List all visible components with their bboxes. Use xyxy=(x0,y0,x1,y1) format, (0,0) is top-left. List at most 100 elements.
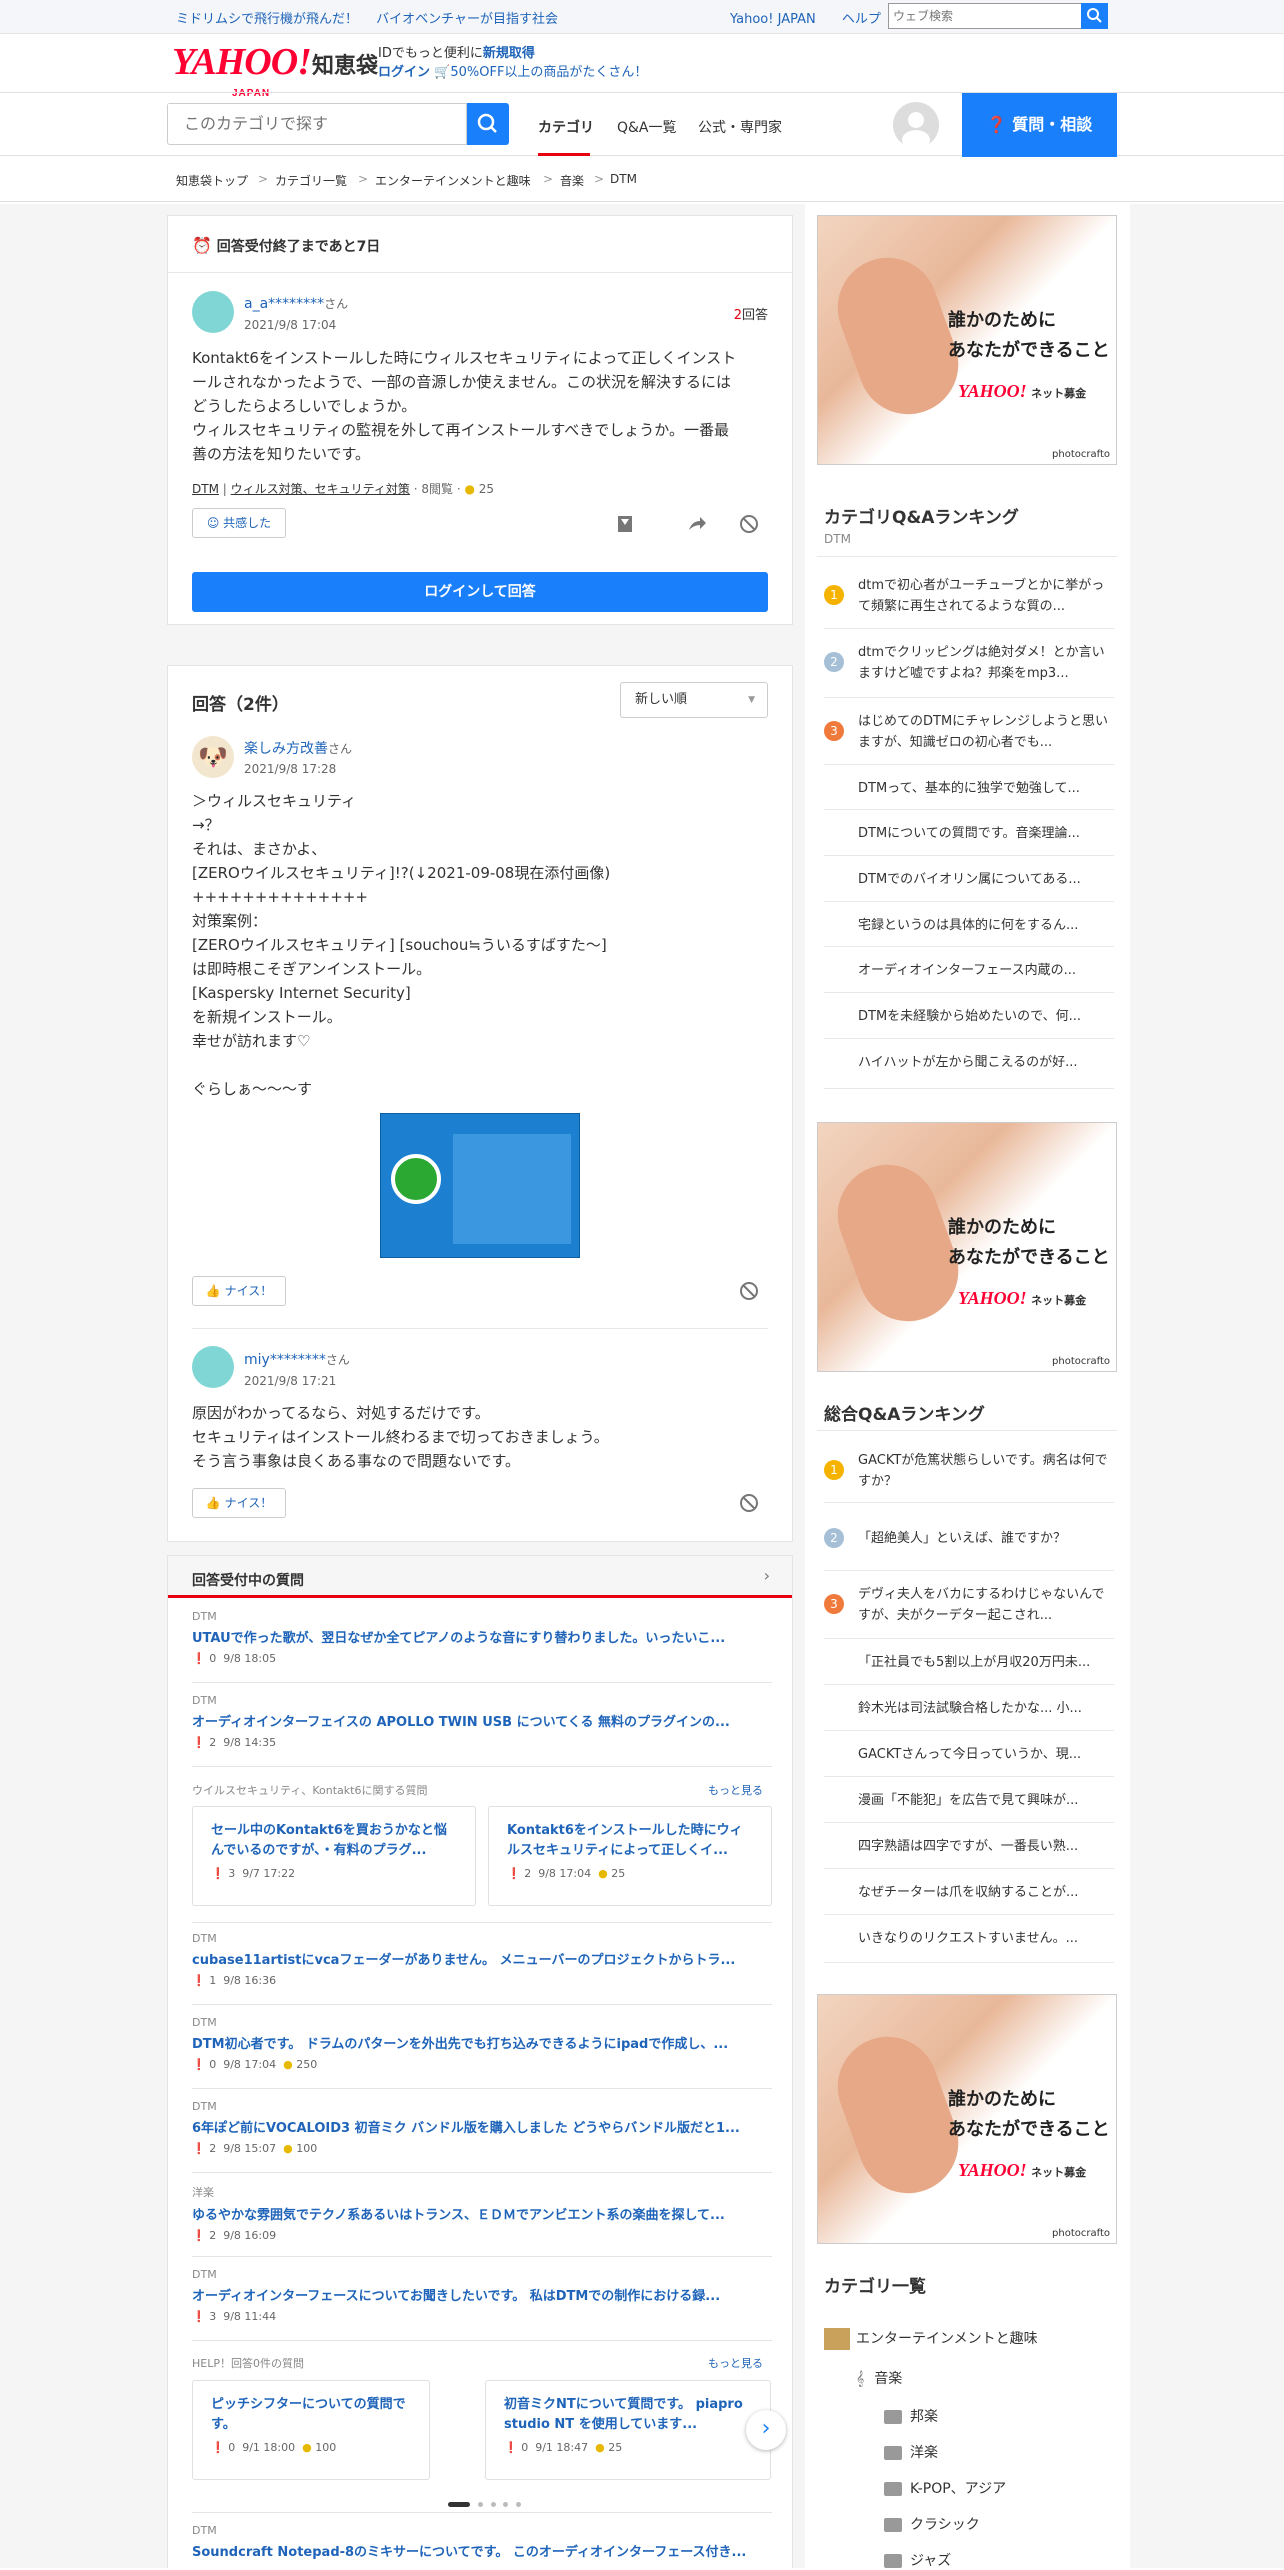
ranking-item[interactable]: 7宅録というのは具体的に何をするん... xyxy=(858,915,1116,936)
ad-banner[interactable]: 誰かのために あなたができること YAHOO! ネット募金 photocrafto xyxy=(817,1994,1117,2244)
question-link[interactable]: ピッチシフターについての質問です。 https://youtu.be/UEYUr… xyxy=(211,2395,411,2435)
category-search-input[interactable] xyxy=(168,104,438,142)
open-questions-header[interactable]: 回答受付中の質問 › xyxy=(168,1556,792,1598)
ranking-link[interactable]: いきなりのリクエストすいません。... xyxy=(858,1931,1078,1946)
yahoo-logo[interactable]: YAHOO! JAPAN xyxy=(172,42,312,99)
question-link[interactable]: オーディオインターフェースについてお聞きしたいです。 私はDTMでの制作における… xyxy=(192,2285,772,2304)
question-item[interactable]: 洋楽 ゆるやかな雰囲気でテクノ系あるいはトランス、ＥＤＭでアンビエント系の楽曲を… xyxy=(192,2184,772,2242)
nice-button[interactable]: 👍 ナイス！ xyxy=(192,1488,286,1518)
bookmark-icon[interactable] xyxy=(614,513,636,535)
question-item[interactable]: DTM DTM初心者です。 ドラムのパターンを外出先でも打ち込みできるようにip… xyxy=(192,2016,772,2071)
breadcrumb-item[interactable]: エンターテインメントと趣味 xyxy=(375,172,531,189)
question-link[interactable]: 初音ミクNTについて質問です。 piapro studio NT を使用していま… xyxy=(504,2395,752,2435)
answerer-name[interactable]: 楽しみ方改善 xyxy=(244,741,328,757)
related-question-card[interactable]: Kontakt6をインストールした時にウィルスセキュリティによって正しくイ...… xyxy=(488,1806,772,1906)
ranking-item[interactable]: 5DTMについての質問です。音楽理論... xyxy=(858,823,1116,844)
ranking-link[interactable]: 「超絶美人」といえば、誰ですか？ xyxy=(858,1531,1066,1546)
ranking-item[interactable]: 9なぜチーターは爪を収納することが... xyxy=(858,1882,1116,1903)
carousel-dot[interactable] xyxy=(477,2502,483,2507)
category-item[interactable]: 𝄞 音楽 xyxy=(856,2368,902,2388)
breadcrumb-item[interactable]: DTM xyxy=(610,172,637,186)
help-link[interactable]: ヘルプ xyxy=(842,12,881,27)
breadcrumb-item[interactable]: 音楽 xyxy=(560,172,584,189)
category-search-button[interactable] xyxy=(467,103,509,145)
ranking-link[interactable]: DTMでのバイオリン属についてある... xyxy=(858,872,1081,887)
ranking-item[interactable]: 1 dtmで初心者がユーチューブとかに挙がって頻繁に再生されてるような質の... xyxy=(824,575,1116,617)
ranking-link[interactable]: 「正社員でも5割以上が月収20万円未... xyxy=(858,1655,1090,1670)
ranking-item[interactable]: 5鈴木光は司法試験合格したかな... 小... xyxy=(858,1698,1116,1719)
ask-question-button[interactable]: ❓ 質問・相談 xyxy=(962,93,1117,157)
category-item[interactable]: K-POP、アジア xyxy=(884,2478,1006,2498)
breadcrumb-item[interactable]: 知恵袋トップ xyxy=(176,172,248,189)
sale-link[interactable]: 50%OFF以上の商品がたくさん！ xyxy=(450,65,647,80)
user-avatar[interactable] xyxy=(893,102,939,150)
ranking-link[interactable]: なぜチーターは爪を収納することが... xyxy=(858,1885,1078,1900)
ranking-link[interactable]: 鈴木光は司法試験合格したかな... 小... xyxy=(858,1701,1082,1716)
avatar[interactable] xyxy=(192,291,234,333)
carousel-dot[interactable] xyxy=(490,2502,496,2507)
question-item[interactable]: DTM UTAUで作った歌が、翌日なぜか全てピアノのような音にすり替わりました。… xyxy=(192,1610,772,1665)
empathy-button[interactable]: ☺ 共感した xyxy=(192,508,286,538)
tab-category[interactable]: カテゴリ xyxy=(538,117,594,137)
ranking-link[interactable]: dtmでクリッピングは絶対ダメ！とか言いますけど嘘ですよね？邦楽をmp3... xyxy=(858,645,1105,681)
ranking-link[interactable]: ハイハットが左から聞こえるのが好... xyxy=(858,1055,1078,1070)
block-icon[interactable] xyxy=(738,513,760,535)
tag-virus[interactable]: ウィルス対策、セキュリティ対策 xyxy=(231,482,410,496)
question-link[interactable]: 6年ぽど前にVOCALOID3 初音ミク バンドル版を購入しました どうやらバン… xyxy=(192,2117,772,2136)
carousel-dot-active[interactable] xyxy=(448,2502,470,2507)
tag-dtm[interactable]: DTM xyxy=(192,482,219,496)
ranking-item[interactable]: 7漫画「不能犯」を広告で見て興味が... xyxy=(858,1790,1116,1811)
question-item[interactable]: DTM オーディオインターフェイスの APOLLO TWIN USB についてく… xyxy=(192,1694,772,1749)
nice-button[interactable]: 👍 ナイス！ xyxy=(192,1276,286,1306)
ranking-link[interactable]: GACKTさんって今日っていうか、現... xyxy=(858,1747,1081,1762)
category-item[interactable]: エンターテインメントと趣味 xyxy=(824,2328,1038,2350)
ranking-item[interactable]: 2 「超絶美人」といえば、誰ですか？ xyxy=(824,1528,1116,1549)
question-link[interactable]: セール中のKontakt6を買おうかなと悩んでいるのですが、・有料のプラグ... xyxy=(211,1821,457,1861)
chiebukuro-title[interactable]: 知恵袋 xyxy=(312,48,378,80)
more-link[interactable]: もっと見る xyxy=(708,2355,763,2371)
carousel-dot[interactable] xyxy=(503,2502,509,2507)
tab-qa-list[interactable]: Q&A一覧 xyxy=(617,117,677,137)
carousel-next-button[interactable]: › xyxy=(746,2410,786,2450)
ranking-item[interactable]: 8オーディオインターフェース内蔵の... xyxy=(858,960,1116,981)
ranking-item[interactable]: 3 デヴィ夫人をバカにするわけじゃないんですが、夫がクーデター起こされ... xyxy=(824,1584,1116,1626)
login-answer-button[interactable]: ログインして回答 xyxy=(192,572,768,612)
questioner-name[interactable]: a_a******** xyxy=(244,296,324,312)
promo-link-2[interactable]: バイオベンチャーが目指す社会 xyxy=(376,12,558,27)
category-item[interactable]: ジャズ xyxy=(884,2550,951,2570)
web-search-button[interactable] xyxy=(1081,3,1108,29)
ranking-item[interactable]: 10ハイハットが左から聞こえるのが好... xyxy=(858,1052,1116,1073)
question-link[interactable]: Soundcraft Notepad-8のミキサーについてです。 このオーディオ… xyxy=(192,2541,772,2560)
ad-banner[interactable]: 誰かのために あなたができること YAHOO! ネット募金 photocrafto xyxy=(817,215,1117,465)
ranking-item[interactable]: 6DTMでのバイオリン属についてある... xyxy=(858,869,1116,890)
question-item[interactable]: DTM 6年ぽど前にVOCALOID3 初音ミク バンドル版を購入しました どう… xyxy=(192,2100,772,2155)
avatar[interactable] xyxy=(192,1346,234,1388)
ranking-link[interactable]: GACKTが危篤状態らしいです。病名は何ですか？ xyxy=(858,1453,1108,1489)
ranking-link[interactable]: 四字熟語は四字ですが、一番長い熟... xyxy=(858,1839,1078,1854)
ranking-item[interactable]: 3 はじめてのDTMにチャレンジしようと思いますが、知識ゼロの初心者でも... xyxy=(824,711,1116,753)
carousel-dot[interactable] xyxy=(516,2502,522,2507)
ranking-link[interactable]: デヴィ夫人をバカにするわけじゃないんですが、夫がクーデター起こされ... xyxy=(858,1587,1104,1623)
answerer-name[interactable]: miy******** xyxy=(244,1352,326,1368)
signup-link[interactable]: 新規取得 xyxy=(483,46,535,61)
attached-image[interactable] xyxy=(380,1113,580,1258)
question-item[interactable]: DTM オーディオインターフェースについてお聞きしたいです。 私はDTMでの制作… xyxy=(192,2268,772,2323)
promo-link-1[interactable]: ミドリムシで飛行機が飛んだ！ xyxy=(176,12,358,27)
help-question-card[interactable]: ピッチシフターについての質問です。 https://youtu.be/UEYUr… xyxy=(192,2380,430,2480)
ranking-link[interactable]: 宅録というのは具体的に何をするん... xyxy=(858,918,1078,933)
ranking-link[interactable]: dtmで初心者がユーチューブとかに挙がって頻繁に再生されてるような質の... xyxy=(858,578,1104,614)
ranking-item[interactable]: 9DTMを未経験から始めたいので、何... xyxy=(858,1006,1116,1027)
question-link[interactable]: cubase11artistにvcaフェーダーがありません。 メニューバーのプロ… xyxy=(192,1949,772,1968)
block-icon[interactable] xyxy=(738,1492,760,1514)
category-item[interactable]: 邦楽 xyxy=(884,2406,938,2426)
ranking-link[interactable]: DTMって、基本的に独学で勉強して... xyxy=(858,781,1080,796)
ranking-item[interactable]: 8四字熟語は四字ですが、一番長い熟... xyxy=(858,1836,1116,1857)
question-item[interactable]: DTM Soundcraft Notepad-8のミキサーについてです。 このオ… xyxy=(192,2524,772,2560)
ad-banner[interactable]: 誰かのために あなたができること YAHOO! ネット募金 photocrafto xyxy=(817,1122,1117,1372)
ranking-item[interactable]: 6GACKTさんって今日っていうか、現... xyxy=(858,1744,1116,1765)
ranking-link[interactable]: オーディオインターフェース内蔵の... xyxy=(858,963,1076,978)
ranking-link[interactable]: DTMを未経験から始めたいので、何... xyxy=(858,1009,1081,1024)
ranking-item[interactable]: 4DTMって、基本的に独学で勉強して... xyxy=(858,778,1116,799)
ranking-link[interactable]: DTMについての質問です。音楽理論... xyxy=(858,826,1080,841)
tab-official[interactable]: 公式・専門家 xyxy=(698,117,782,137)
